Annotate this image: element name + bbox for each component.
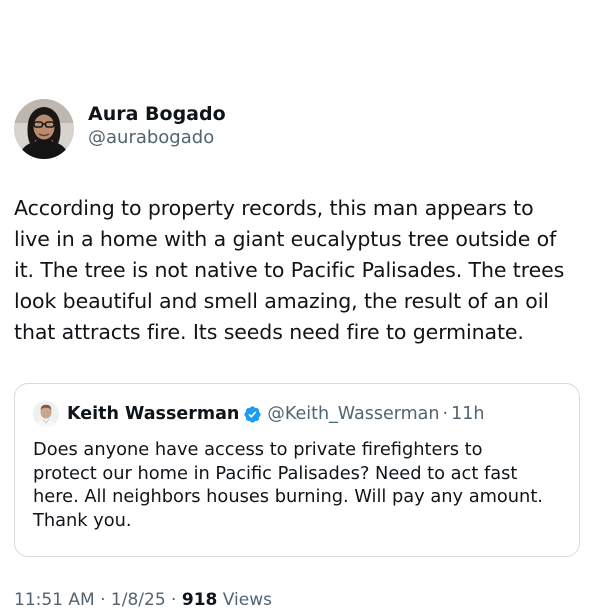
tweet-text: According to property records, this man … bbox=[14, 196, 565, 344]
quoted-tweet-text: Does anyone have access to private firef… bbox=[33, 439, 543, 531]
quoted-tweet-card[interactable]: Keith Wasserman @Keith_Wasserman · 11h D… bbox=[14, 383, 580, 557]
author-info: Aura Bogado @aurabogado bbox=[88, 102, 226, 150]
meta-separator: · bbox=[100, 590, 106, 610]
tweet-date[interactable]: 1/8/25 bbox=[111, 590, 166, 610]
profile-photo-icon[interactable] bbox=[14, 99, 74, 159]
meta-separator: · bbox=[171, 590, 177, 610]
quoted-tweet-header: Keith Wasserman @Keith_Wasserman · 11h bbox=[33, 400, 484, 428]
views-label: Views bbox=[222, 590, 272, 610]
author-name[interactable]: Aura Bogado bbox=[88, 102, 226, 126]
tweet-time[interactable]: 11:51 AM bbox=[14, 590, 95, 610]
tweet: Aura Bogado @aurabogado According to pro… bbox=[0, 0, 594, 610]
quoted-tweet-time[interactable]: 11h bbox=[451, 404, 484, 424]
views-count: 918 bbox=[181, 590, 218, 610]
quoted-profile-photo-icon[interactable] bbox=[33, 401, 59, 427]
tweet-author[interactable]: Aura Bogado @aurabogado bbox=[14, 98, 226, 160]
quoted-author-handle[interactable]: @Keith_Wasserman bbox=[267, 404, 439, 424]
tweet-metadata: 11:51 AM · 1/8/25 · 918 Views bbox=[14, 590, 272, 610]
author-handle[interactable]: @aurabogado bbox=[88, 126, 226, 150]
separator-dot: · bbox=[442, 404, 449, 424]
quoted-author-name[interactable]: Keith Wasserman bbox=[67, 404, 239, 424]
verified-badge-icon bbox=[243, 405, 262, 424]
